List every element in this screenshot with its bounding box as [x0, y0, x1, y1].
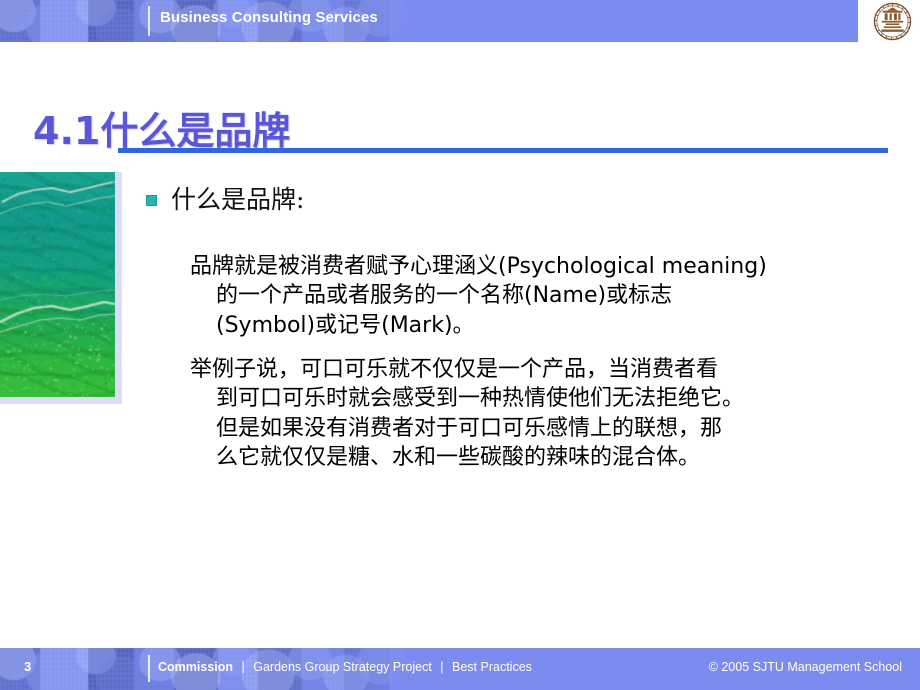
copyright-notice: © 2005 SJTU Management School: [709, 660, 902, 674]
breadcrumb-item-best-practices: Best Practices: [452, 660, 532, 674]
presentation-slide: Business Consulting Services 4.1什么是品牌 什么…: [0, 0, 920, 690]
paragraph-line: 举例子说，可口可乐就不仅仅是一个产品，当消费者看: [190, 355, 920, 384]
page-number: 3: [24, 659, 31, 674]
landscape-photo: [0, 172, 115, 397]
slide-footer: 3 Commission | Gardens Group Strategy Pr…: [0, 648, 920, 690]
page-title: 4.1什么是品牌: [33, 100, 290, 155]
breadcrumb-separator: |: [435, 660, 448, 674]
footer-divider: [148, 655, 150, 682]
bullet-square-icon: [146, 195, 157, 206]
paragraph-line: 的一个产品或者服务的一个名称(Name)或标志: [190, 281, 920, 310]
sjtu-emblem-icon: [873, 2, 912, 41]
breadcrumb-separator: |: [237, 660, 250, 674]
breadcrumb: Commission | Gardens Group Strategy Proj…: [158, 660, 532, 674]
paragraph-line: (Symbol)或记号(Mark)。: [190, 311, 920, 340]
bullet-label: 什么是品牌:: [171, 186, 304, 214]
title-underline-rule: [118, 148, 888, 153]
slide-header: Business Consulting Services: [0, 0, 920, 42]
paragraph-example: 举例子说，可口可乐就不仅仅是一个产品，当消费者看 到可口可乐时就会感受到一种热情…: [190, 355, 920, 472]
paragraph-line: 但是如果没有消费者对于可口可乐感情上的联想，那: [190, 414, 920, 443]
photo-frame: [0, 172, 122, 404]
paragraph-line: 么它就仅仅是糖、水和一些碳酸的辣味的混合体。: [190, 443, 920, 472]
breadcrumb-item-commission: Commission: [158, 660, 233, 674]
breadcrumb-item-project: Gardens Group Strategy Project: [253, 660, 432, 674]
paragraph-definition: 品牌就是被消费者赋予心理涵义(Psychological meaning) 的一…: [190, 252, 920, 340]
paragraph-line: 品牌就是被消费者赋予心理涵义(Psychological meaning): [190, 252, 920, 281]
paragraph-line: 到可口可乐时就会感受到一种热情使他们无法拒绝它。: [190, 384, 920, 413]
bullet-item: 什么是品牌:: [146, 186, 304, 214]
header-title: Business Consulting Services: [160, 9, 378, 26]
header-divider: [148, 6, 150, 36]
